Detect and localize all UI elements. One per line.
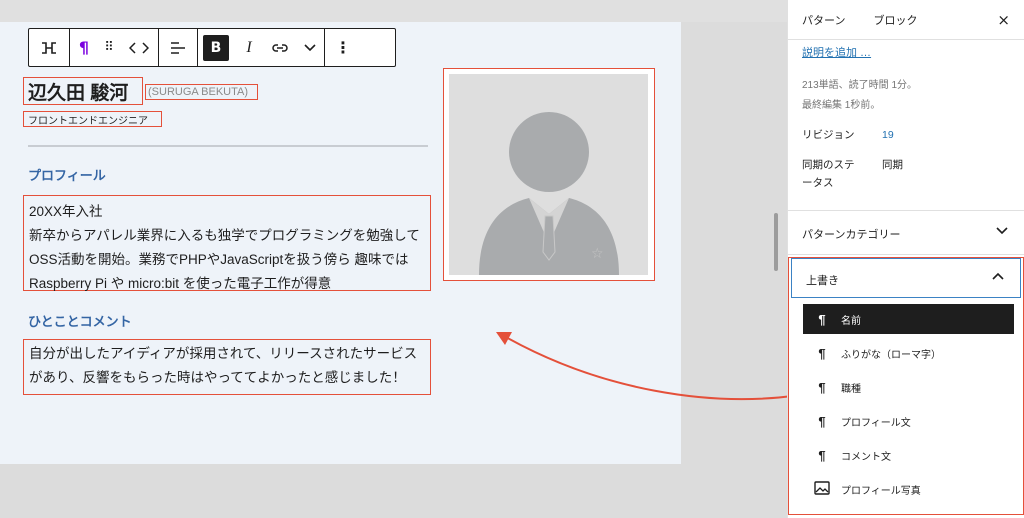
overrides-panel: 上書き ¶ 名前 ¶ ふりがな（ローマ字） ¶ 職種 ¶ プロフィール文 ¶ コ… [788, 257, 1024, 515]
chevron-up-icon [992, 269, 1004, 283]
svg-text:☆: ☆ [591, 246, 604, 262]
block-transform-icon [42, 41, 56, 54]
comment-line: 自分が出したアイディアが採用されて、リリースされたサービス [29, 346, 418, 361]
panel-divider [788, 254, 1024, 255]
add-description-link[interactable]: 説明を追加 … [802, 44, 871, 60]
sync-label-line: 同期のステ [802, 159, 855, 171]
profile-heading: プロフィール [28, 168, 106, 183]
name-field[interactable]: 辺久田 駿河 [23, 77, 143, 105]
paragraph-icon[interactable]: ¶ [70, 29, 98, 66]
profile-text-field[interactable]: 20XX年入社 新卒からアパレル業界に入るも独学でプログラミングを勉強して OS… [23, 195, 431, 291]
profile-line: 新卒からアパレル業界に入るも独学でプログラミングを勉強して [29, 228, 420, 243]
comment-text-field[interactable]: 自分が出したアイディアが採用されて、リリースされたサービス があり、反響をもらっ… [23, 339, 431, 395]
align-icon [171, 41, 185, 54]
options-button[interactable]: ⋮ [325, 29, 361, 66]
overrides-panel-header[interactable]: 上書き [791, 258, 1021, 298]
align-button[interactable] [159, 29, 197, 66]
editor-canvas: ¶ ⠿ B I ⋮ 辺久田 駿河 (SURUGA BEKUTA) フロントエンド… [0, 0, 801, 518]
separator [28, 145, 428, 147]
paragraph-icon: ¶ [818, 379, 826, 395]
image-icon [803, 480, 841, 498]
name-text: 辺久田 駿河 [28, 82, 129, 104]
override-item-comment-text[interactable]: ¶ コメント文 [803, 440, 1014, 470]
tab-block[interactable]: ブロック [873, 12, 917, 28]
chevron-down-icon [304, 43, 316, 51]
tab-pattern[interactable]: パターン [802, 12, 845, 28]
word-count-text: 213単語、読了時間 1分。 [802, 80, 918, 91]
comment-line: があり、反響をもらった時はやっててよかったと感じました！ [29, 370, 406, 385]
last-edited-text: 最終編集 1秒前。 [802, 100, 881, 111]
block-transform-button[interactable] [29, 29, 69, 66]
block-toolbar: ¶ ⠿ B I ⋮ [28, 28, 396, 67]
override-item-job[interactable]: ¶ 職種 [803, 372, 1014, 402]
canvas-top-strip [0, 0, 787, 22]
link-icon [272, 43, 288, 52]
romaji-field[interactable]: (SURUGA BEKUTA) [145, 84, 258, 100]
override-item-furigana[interactable]: ¶ ふりがな（ローマ字） [803, 338, 1014, 368]
panel-divider [788, 210, 1024, 211]
override-item-label: ふりがな（ローマ字） [841, 349, 941, 361]
sync-label: 同期のステ ータス [802, 156, 855, 192]
override-item-label: 職種 [841, 383, 861, 395]
bold-icon: B [203, 34, 229, 61]
person-silhouette-icon: ☆ [479, 112, 619, 275]
revision-label: リビジョン [802, 129, 855, 141]
job-field[interactable]: フロントエンドエンジニア [23, 111, 162, 127]
overrides-title: 上書き [806, 275, 839, 287]
paragraph-icon: ¶ [818, 345, 826, 361]
override-item-label: 名前 [841, 315, 861, 327]
canvas-scrollbar[interactable] [774, 213, 778, 271]
override-item-name[interactable]: ¶ 名前 [803, 304, 1014, 334]
revision-link[interactable]: 19 [882, 126, 894, 144]
settings-sidebar: パターン ブロック × 説明を追加 … 213単語、読了時間 1分。 最終編集 … [787, 0, 1024, 518]
italic-button[interactable]: I [234, 29, 264, 66]
chevron-left-right-icon [129, 41, 149, 54]
chevron-down-icon[interactable] [996, 224, 1008, 238]
override-item-label: プロフィール写真 [841, 485, 921, 497]
paragraph-icon: ¶ [818, 311, 826, 327]
profile-photo-field[interactable]: ☆ [443, 68, 655, 281]
profile-line: OSS活動を開始。業務でPHPやJavaScriptを扱う傍ら 趣味では [29, 252, 409, 267]
paragraph-icon: ¶ [818, 447, 826, 463]
override-item-profile-photo[interactable]: プロフィール写真 [803, 474, 1014, 504]
profile-line: 20XX年入社 [29, 204, 103, 219]
override-item-profile-text[interactable]: ¶ プロフィール文 [803, 406, 1014, 436]
close-icon[interactable]: × [997, 11, 1010, 29]
profile-line: Raspberry Pi や micro:bit を使った電子工作が得意 [29, 276, 332, 291]
romaji-text: (SURUGA BEKUTA) [148, 86, 249, 98]
sidebar-tabs: パターン ブロック [788, 0, 1024, 40]
profile-photo-placeholder: ☆ [449, 74, 648, 275]
annotation-arrow [496, 332, 801, 401]
drag-handle-icon[interactable]: ⠿ [98, 29, 120, 66]
move-arrows-button[interactable] [120, 29, 158, 66]
link-button[interactable] [264, 29, 296, 66]
more-formatting-button[interactable] [296, 29, 324, 66]
bold-button[interactable]: B [198, 29, 234, 66]
pattern-category-title[interactable]: パターンカテゴリー [802, 226, 900, 242]
comment-heading: ひとことコメント [28, 314, 132, 329]
override-item-label: コメント文 [841, 451, 891, 463]
sync-label-line: ータス [802, 177, 834, 189]
override-item-label: プロフィール文 [841, 417, 911, 429]
paragraph-icon: ¶ [818, 413, 826, 429]
sync-value: 同期 [882, 159, 903, 171]
job-text: フロントエンドエンジニア [28, 115, 148, 127]
